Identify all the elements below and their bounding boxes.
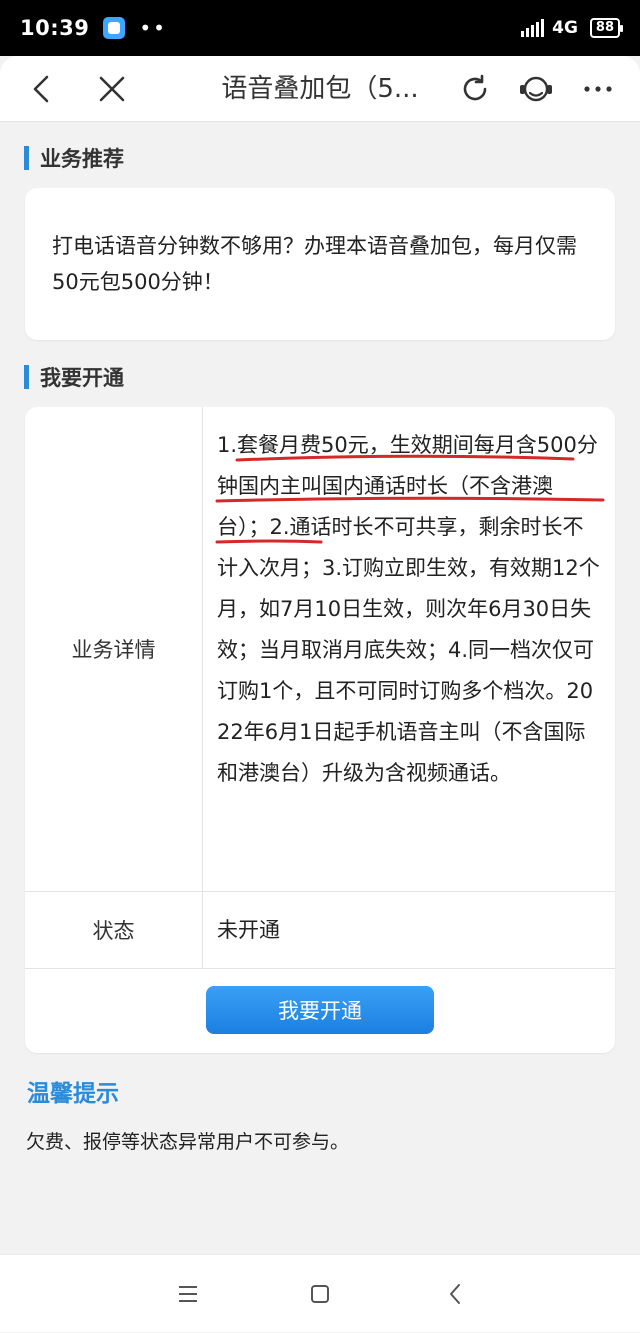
subscribe-card: 业务详情 1.套餐月费50元，生效期间每月含500分钟国内主叫国内通话时长（不含… [25,407,615,1053]
app-notification-icon [103,17,126,39]
status-indicators: 4G 88 [521,18,624,38]
heading-marker [24,146,29,170]
detail-text: 1.套餐月费50元，生效期间每月含500分钟国内主叫国内通话时长（不含港澳台）；… [217,433,600,785]
status-bar: 10:39 •• 4G 88 [0,0,640,56]
app-bar: 语音叠加包（5... [0,56,640,122]
home-button[interactable] [290,1255,350,1333]
tips-heading: 温馨提示 [27,1081,119,1107]
network-type: 4G [552,18,578,38]
status-label: 状态 [25,892,203,968]
subscribe-button[interactable]: 我要开通 [206,986,434,1034]
recommend-text: 打电话语音分钟数不够用？办理本语音叠加包，每月仅需50元包500分钟！ [52,234,577,294]
more-button[interactable] [570,56,626,122]
status-row: 状态 未开通 [25,892,615,969]
close-icon [99,76,125,102]
recommend-card: 打电话语音分钟数不够用？办理本语音叠加包，每月仅需50元包500分钟！ [25,188,615,340]
nav-back-button[interactable] [425,1255,485,1333]
customer-service-icon [520,76,552,102]
signal-icon [521,19,545,37]
refresh-button[interactable] [447,56,503,122]
back-icon [33,75,49,103]
detail-label: 业务详情 [25,407,203,891]
detail-row: 业务详情 1.套餐月费50元，生效期间每月含500分钟国内主叫国内通话时长（不含… [25,407,615,892]
close-button[interactable] [84,56,140,122]
menu-icon [179,1286,197,1302]
refresh-icon [463,74,487,101]
recommend-heading-text: 业务推荐 [40,147,124,171]
subscribe-heading: 我要开通 [24,362,124,392]
customer-service-button[interactable] [508,56,564,122]
back-button[interactable] [14,56,70,122]
status-value: 未开通 [217,918,280,942]
subscribe-heading-text: 我要开通 [40,366,124,390]
system-nav-bar [0,1254,640,1332]
heading-marker [24,365,29,389]
home-icon [311,1285,329,1303]
tips-text: 欠费、报停等状态异常用户不可参与。 [26,1131,350,1153]
menu-button[interactable] [158,1255,218,1333]
back-nav-icon [450,1284,460,1304]
page-title: 语音叠加包（5... [221,74,419,104]
status-time: 10:39 [20,16,90,40]
recommend-heading: 业务推荐 [24,143,124,173]
more-notifications-icon: •• [139,16,167,40]
more-icon [584,86,612,92]
battery-icon: 88 [589,18,624,38]
